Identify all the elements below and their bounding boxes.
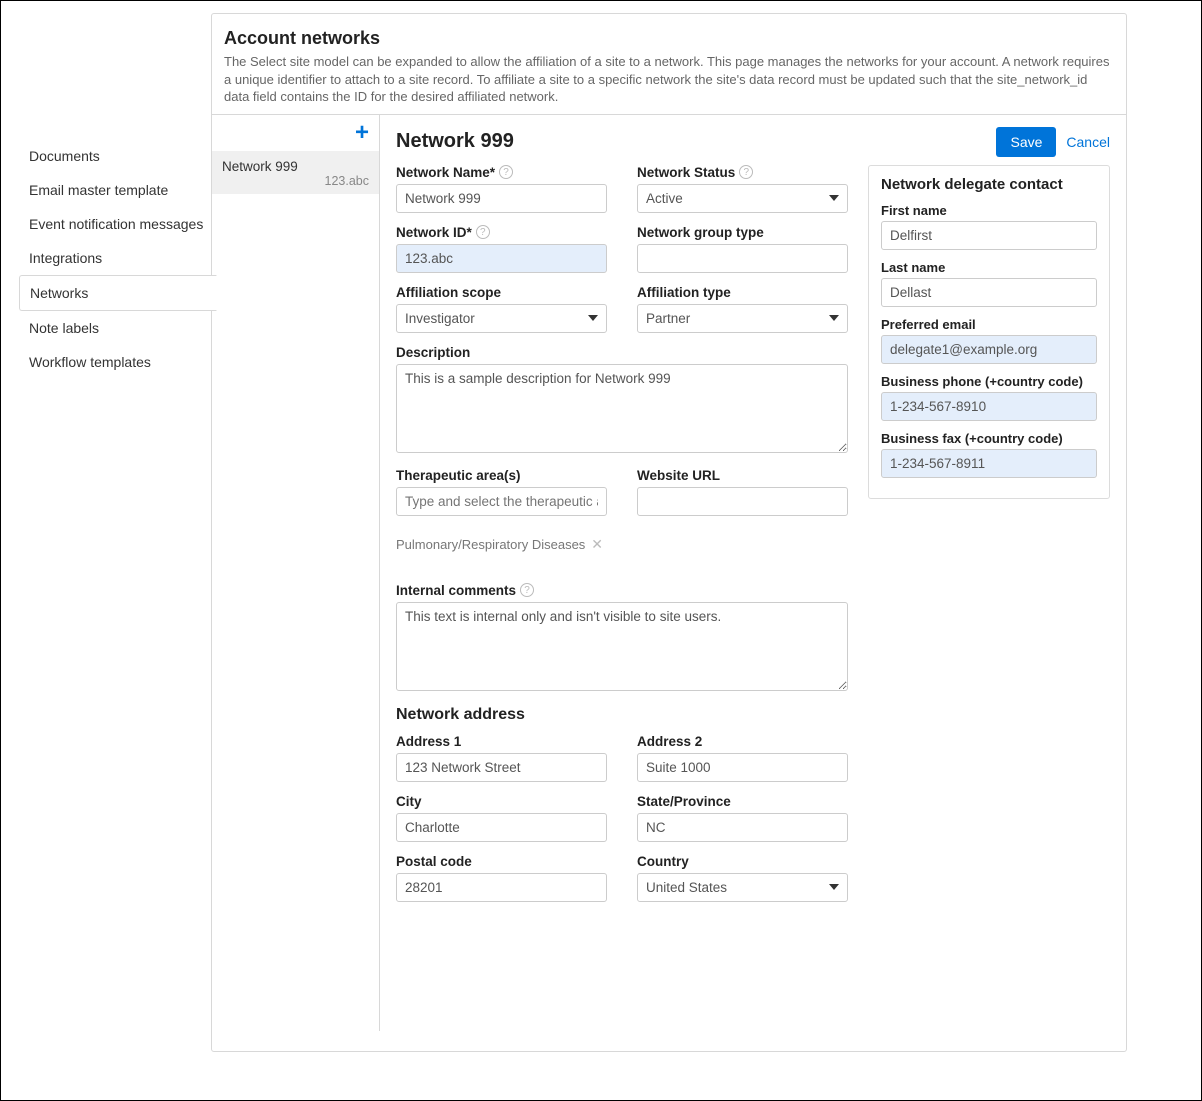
label-affiliation-type: Affiliation type <box>637 285 848 300</box>
label-affiliation-scope: Affiliation scope <box>396 285 607 300</box>
help-icon[interactable]: ? <box>739 165 753 179</box>
nav-email-master-template[interactable]: Email master template <box>19 173 214 207</box>
list-item-sub: 123.abc <box>222 174 369 188</box>
delegate-first-input[interactable] <box>881 221 1097 250</box>
label-address1: Address 1 <box>396 734 607 749</box>
delegate-fax-input[interactable] <box>881 449 1097 478</box>
city-input[interactable] <box>396 813 607 842</box>
save-button[interactable]: Save <box>996 127 1056 157</box>
label-network-id: Network ID* ? <box>396 225 607 240</box>
delegate-panel: Network delegate contact First name Last… <box>868 165 1110 499</box>
nav-workflow-templates[interactable]: Workflow templates <box>19 345 214 379</box>
therapeutic-input[interactable] <box>396 487 607 516</box>
network-list: + Network 999 123.abc <box>212 114 380 1031</box>
page-description: The Select site model can be expanded to… <box>224 53 1114 106</box>
country-select[interactable]: United States <box>637 873 848 902</box>
affiliation-type-select[interactable]: Partner <box>637 304 848 333</box>
delegate-last-input[interactable] <box>881 278 1097 307</box>
cancel-link[interactable]: Cancel <box>1066 134 1110 150</box>
nav-event-notification-messages[interactable]: Event notification messages <box>19 207 214 241</box>
description-textarea[interactable]: This is a sample description for Network… <box>396 364 848 453</box>
label-network-group: Network group type <box>637 225 848 240</box>
network-id-input[interactable] <box>396 244 607 273</box>
nav-documents[interactable]: Documents <box>19 139 214 173</box>
remove-chip-icon[interactable]: ✕ <box>591 536 603 553</box>
website-input[interactable] <box>637 487 848 516</box>
internal-comments-textarea[interactable]: This text is internal only and isn't vis… <box>396 602 848 691</box>
list-item-name: Network 999 <box>222 159 369 174</box>
label-city: City <box>396 794 607 809</box>
address1-input[interactable] <box>396 753 607 782</box>
help-icon[interactable]: ? <box>476 225 490 239</box>
label-country: Country <box>637 854 848 869</box>
affiliation-scope-select[interactable]: Investigator <box>396 304 607 333</box>
network-group-input[interactable] <box>637 244 848 273</box>
label-delegate-last: Last name <box>881 260 1097 275</box>
network-name-input[interactable] <box>396 184 607 213</box>
label-network-name: Network Name* ? <box>396 165 607 180</box>
therapeutic-chip: Pulmonary/Respiratory Diseases <box>396 537 585 552</box>
nav-networks[interactable]: Networks <box>19 275 217 311</box>
label-internal-comments: Internal comments ? <box>396 583 848 598</box>
form-title: Network 999 <box>396 130 996 153</box>
postal-input[interactable] <box>396 873 607 902</box>
help-icon[interactable]: ? <box>520 583 534 597</box>
label-postal: Postal code <box>396 854 607 869</box>
help-icon[interactable]: ? <box>499 165 513 179</box>
address2-input[interactable] <box>637 753 848 782</box>
label-therapeutic: Therapeutic area(s) <box>396 468 607 483</box>
add-network-button[interactable]: + <box>355 121 369 145</box>
list-item[interactable]: Network 999 123.abc <box>212 151 379 194</box>
label-network-status: Network Status ? <box>637 165 848 180</box>
page-title: Account networks <box>224 28 1114 49</box>
label-delegate-fax: Business fax (+country code) <box>881 431 1097 446</box>
label-description: Description <box>396 345 848 360</box>
address-section-title: Network address <box>396 706 848 724</box>
delegate-phone-input[interactable] <box>881 392 1097 421</box>
label-website: Website URL <box>637 468 848 483</box>
content-panel: Account networks The Select site model c… <box>211 13 1127 1052</box>
delegate-title: Network delegate contact <box>881 176 1097 193</box>
label-address2: Address 2 <box>637 734 848 749</box>
label-delegate-first: First name <box>881 203 1097 218</box>
left-nav: Documents Email master template Event no… <box>19 139 214 379</box>
label-delegate-phone: Business phone (+country code) <box>881 374 1097 389</box>
state-input[interactable] <box>637 813 848 842</box>
delegate-email-input[interactable] <box>881 335 1097 364</box>
network-status-select[interactable]: Active <box>637 184 848 213</box>
nav-note-labels[interactable]: Note labels <box>19 311 214 345</box>
label-state: State/Province <box>637 794 848 809</box>
label-delegate-email: Preferred email <box>881 317 1097 332</box>
nav-integrations[interactable]: Integrations <box>19 241 214 275</box>
